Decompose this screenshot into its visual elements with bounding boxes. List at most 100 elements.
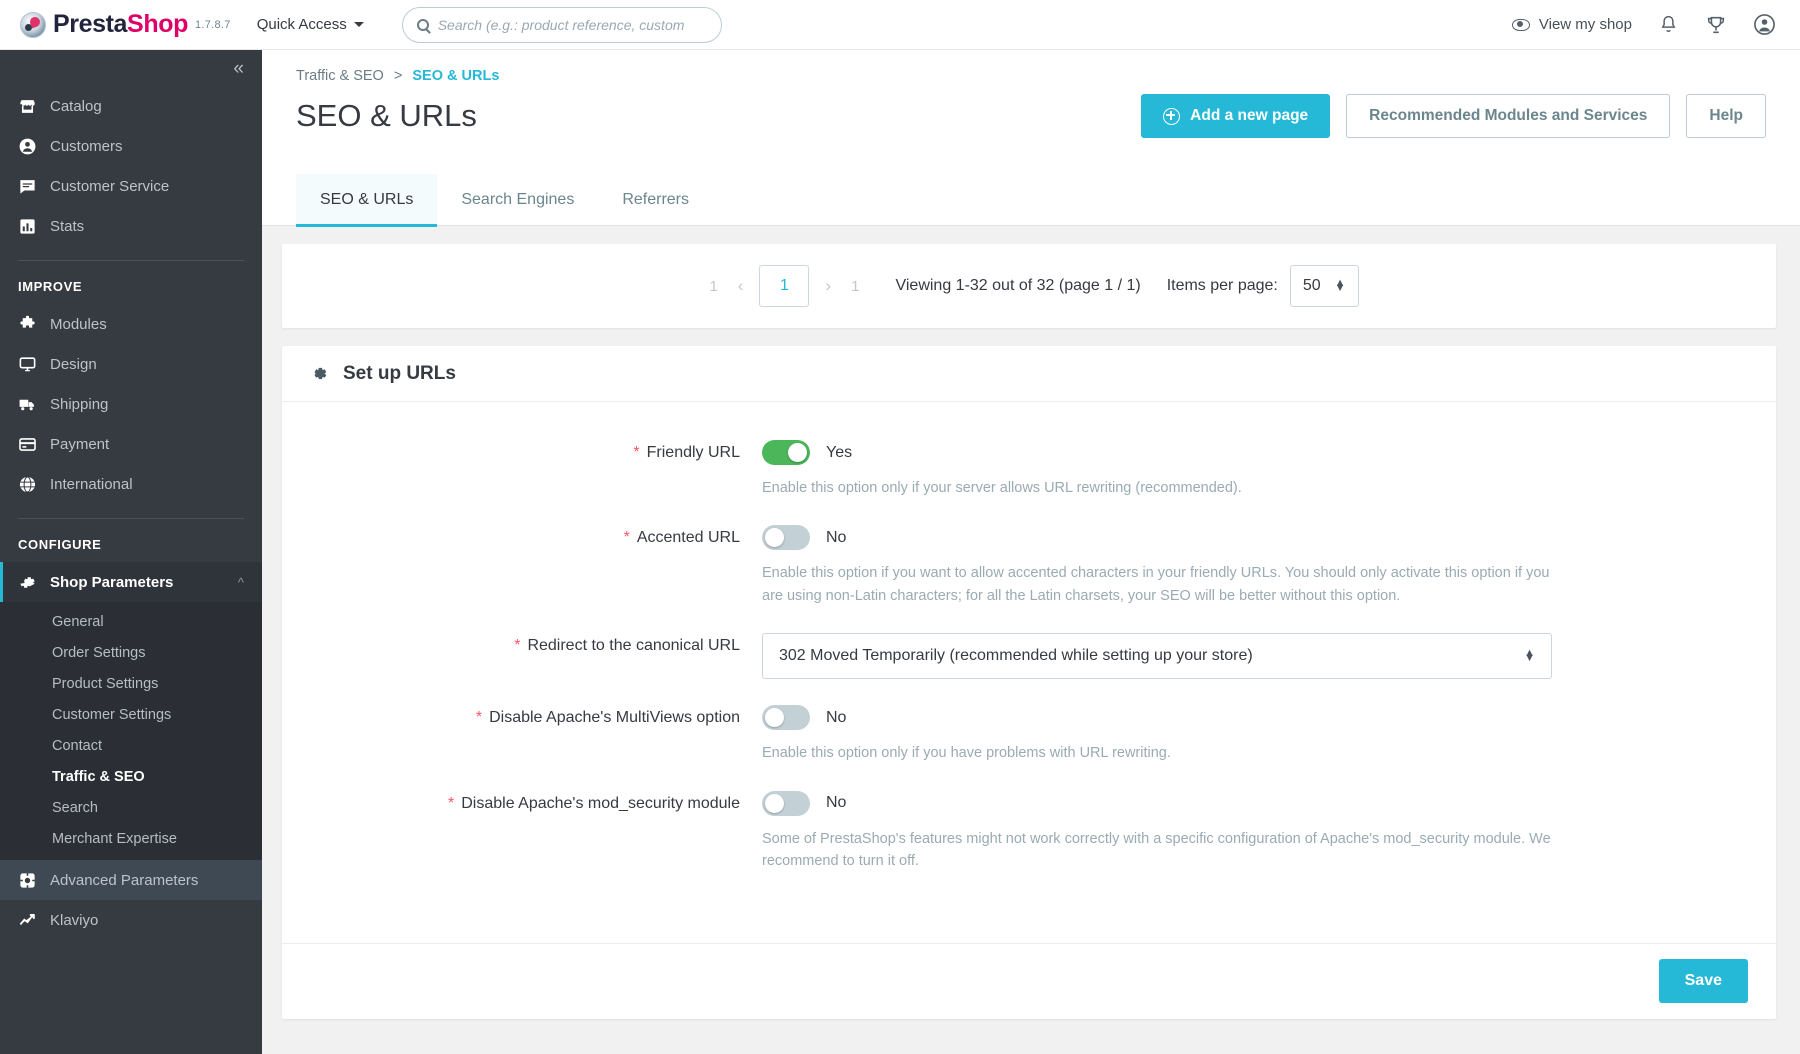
quick-access-menu[interactable]: Quick Access bbox=[257, 16, 364, 33]
pagination-current-page[interactable]: 1 bbox=[759, 265, 810, 307]
field-control: No Some of PrestaShop's features might n… bbox=[762, 790, 1776, 873]
collapse-sidebar-button[interactable]: « bbox=[233, 59, 244, 78]
updown-icon: ▲ ▼ bbox=[1334, 277, 1346, 294]
sidebar-item-product-settings[interactable]: Product Settings bbox=[0, 668, 262, 699]
header-right-actions: View my shop bbox=[1511, 13, 1776, 36]
toggle-knob bbox=[788, 443, 807, 462]
save-button[interactable]: Save bbox=[1658, 959, 1748, 1004]
sidebar-item-label: Customers bbox=[50, 137, 123, 155]
sidebar-item-search[interactable]: Search bbox=[0, 792, 262, 823]
tab-label: Referrers bbox=[622, 191, 690, 208]
pagination-last[interactable]: 1 bbox=[841, 278, 869, 295]
chevron-down-icon bbox=[353, 22, 364, 27]
sidebar-item-label: Klaviyo bbox=[50, 911, 99, 929]
sidebar-item-design[interactable]: Design bbox=[0, 344, 262, 384]
trophy-icon[interactable] bbox=[1705, 14, 1727, 36]
global-search[interactable] bbox=[401, 6, 722, 43]
sidebar-item-klaviyo[interactable]: Klaviyo bbox=[0, 900, 262, 940]
sidebar-item-customer-settings[interactable]: Customer Settings bbox=[0, 699, 262, 730]
tab-search-engines[interactable]: Search Engines bbox=[437, 174, 598, 226]
prestashop-logo[interactable]: PrestaShop 1.7.8.7 bbox=[20, 10, 231, 39]
tab-referrers[interactable]: Referrers bbox=[598, 174, 713, 226]
field-help-text: Enable this option only if you have prob… bbox=[762, 745, 1171, 762]
sidebar-item-general[interactable]: General bbox=[0, 606, 262, 637]
sub-item-label: Product Settings bbox=[52, 675, 159, 692]
pagination-bar: 1 ‹ 1 › 1 Viewing 1-32 out of 32 (page 1… bbox=[282, 244, 1776, 328]
field-label-text: Friendly URL bbox=[646, 444, 740, 461]
disable-mod-security-toggle[interactable] bbox=[762, 790, 810, 816]
field-accented-url: * Accented URL No Enable this option if y… bbox=[282, 525, 1776, 607]
sidebar-item-merchant-expertise[interactable]: Merchant Expertise bbox=[0, 823, 262, 854]
sidebar-item-shop-parameters[interactable]: Shop Parameters ^ bbox=[0, 562, 262, 602]
page-header-actions: Add a new page Recommended Modules and S… bbox=[1141, 94, 1766, 138]
save-button-label: Save bbox=[1684, 972, 1722, 990]
main-content: Traffic & SEO > SEO & URLs SEO & URLs Ad… bbox=[262, 50, 1800, 1054]
account-icon[interactable] bbox=[1753, 13, 1776, 36]
content-body: 1 ‹ 1 › 1 Viewing 1-32 out of 32 (page 1… bbox=[262, 244, 1800, 1019]
breadcrumb-parent[interactable]: Traffic & SEO bbox=[296, 68, 384, 84]
accented-url-toggle[interactable] bbox=[762, 525, 810, 551]
sidebar-item-label: Modules bbox=[50, 315, 107, 333]
field-help-text: Some of PrestaShop's features might not … bbox=[762, 830, 1551, 870]
field-friendly-url: * Friendly URL Yes Enable this option onl… bbox=[282, 440, 1776, 499]
sliders-icon bbox=[18, 871, 42, 890]
sidebar-item-contact[interactable]: Contact bbox=[0, 730, 262, 761]
store-icon bbox=[18, 97, 42, 116]
view-my-shop-link[interactable]: View my shop bbox=[1511, 16, 1632, 33]
chevron-up-icon[interactable]: ^ bbox=[238, 575, 244, 590]
sidebar-item-customer-service[interactable]: Customer Service bbox=[0, 166, 262, 206]
sidebar-item-catalog[interactable]: Catalog bbox=[0, 86, 262, 126]
sidebar-item-customers[interactable]: Customers bbox=[0, 126, 262, 166]
toggle-knob bbox=[765, 528, 784, 548]
add-a-new-page-button[interactable]: Add a new page bbox=[1141, 94, 1331, 138]
field-label-text: Redirect to the canonical URL bbox=[527, 637, 740, 655]
breadcrumb-separator: > bbox=[393, 68, 403, 84]
add-button-label: Add a new page bbox=[1190, 107, 1309, 124]
sub-item-label: General bbox=[52, 613, 104, 630]
toggle-knob bbox=[765, 708, 784, 728]
sidebar-item-modules[interactable]: Modules bbox=[0, 304, 262, 344]
field-label: * Friendly URL bbox=[282, 440, 762, 499]
breadcrumb: Traffic & SEO > SEO & URLs bbox=[296, 62, 1766, 84]
gear-icon bbox=[18, 573, 42, 592]
sidebar-item-traffic-seo[interactable]: Traffic & SEO bbox=[0, 761, 262, 792]
monitor-icon bbox=[18, 355, 42, 374]
field-control: No Enable this option only if you have p… bbox=[762, 705, 1776, 764]
sidebar-item-payment[interactable]: Payment bbox=[0, 424, 262, 464]
select-value: 302 Moved Temporarily (recommended while… bbox=[779, 647, 1253, 665]
pagination-first[interactable]: 1 bbox=[699, 278, 727, 295]
truck-icon bbox=[18, 395, 42, 414]
sidebar-group-main: Catalog Customers Customer Service Stats bbox=[0, 86, 262, 246]
toggle-knob bbox=[765, 793, 784, 813]
sidebar-collapse-row: « bbox=[0, 50, 262, 86]
pagination-viewing-text: Viewing 1-32 out of 32 (page 1 / 1) bbox=[895, 277, 1141, 294]
person-icon bbox=[18, 137, 42, 156]
sidebar-item-shipping[interactable]: Shipping bbox=[0, 384, 262, 424]
credit-card-icon bbox=[18, 435, 42, 454]
sub-item-label: Traffic & SEO bbox=[52, 768, 145, 785]
sidebar-item-stats[interactable]: Stats bbox=[0, 206, 262, 246]
sidebar-group-configure: Shop Parameters ^ General Order Settings… bbox=[0, 562, 262, 940]
pagination-next-icon[interactable]: › bbox=[815, 276, 841, 296]
recommended-modules-button[interactable]: Recommended Modules and Services bbox=[1346, 94, 1671, 138]
sidebar-item-international[interactable]: International bbox=[0, 464, 262, 504]
page-header: Traffic & SEO > SEO & URLs SEO & URLs Ad… bbox=[262, 50, 1800, 174]
search-input[interactable] bbox=[437, 16, 707, 33]
toggle-row: Yes bbox=[762, 440, 1716, 465]
disable-multiviews-toggle[interactable] bbox=[762, 705, 810, 731]
prestashop-wordmark: PrestaShop bbox=[53, 10, 188, 39]
pagination-prev-icon[interactable]: ‹ bbox=[728, 276, 754, 296]
view-my-shop-label: View my shop bbox=[1538, 16, 1632, 33]
sidebar-item-order-settings[interactable]: Order Settings bbox=[0, 637, 262, 668]
sidebar-item-advanced-parameters[interactable]: Advanced Parameters bbox=[0, 860, 262, 900]
tab-seo-urls[interactable]: SEO & URLs bbox=[296, 174, 438, 227]
friendly-url-toggle[interactable] bbox=[762, 440, 810, 465]
panel-header: Set up URLs bbox=[282, 346, 1776, 402]
items-per-page-select[interactable]: 50 ▲ ▼ bbox=[1289, 265, 1359, 307]
redirect-canonical-select[interactable]: 302 Moved Temporarily (recommended while… bbox=[762, 633, 1552, 680]
sidebar-item-label: International bbox=[50, 475, 133, 493]
sidebar-item-label: Shipping bbox=[50, 395, 109, 413]
bell-icon[interactable] bbox=[1658, 14, 1679, 35]
help-button[interactable]: Help bbox=[1686, 94, 1766, 138]
main-sidebar: « Catalog Customers Customer Service Sta… bbox=[0, 50, 262, 1054]
